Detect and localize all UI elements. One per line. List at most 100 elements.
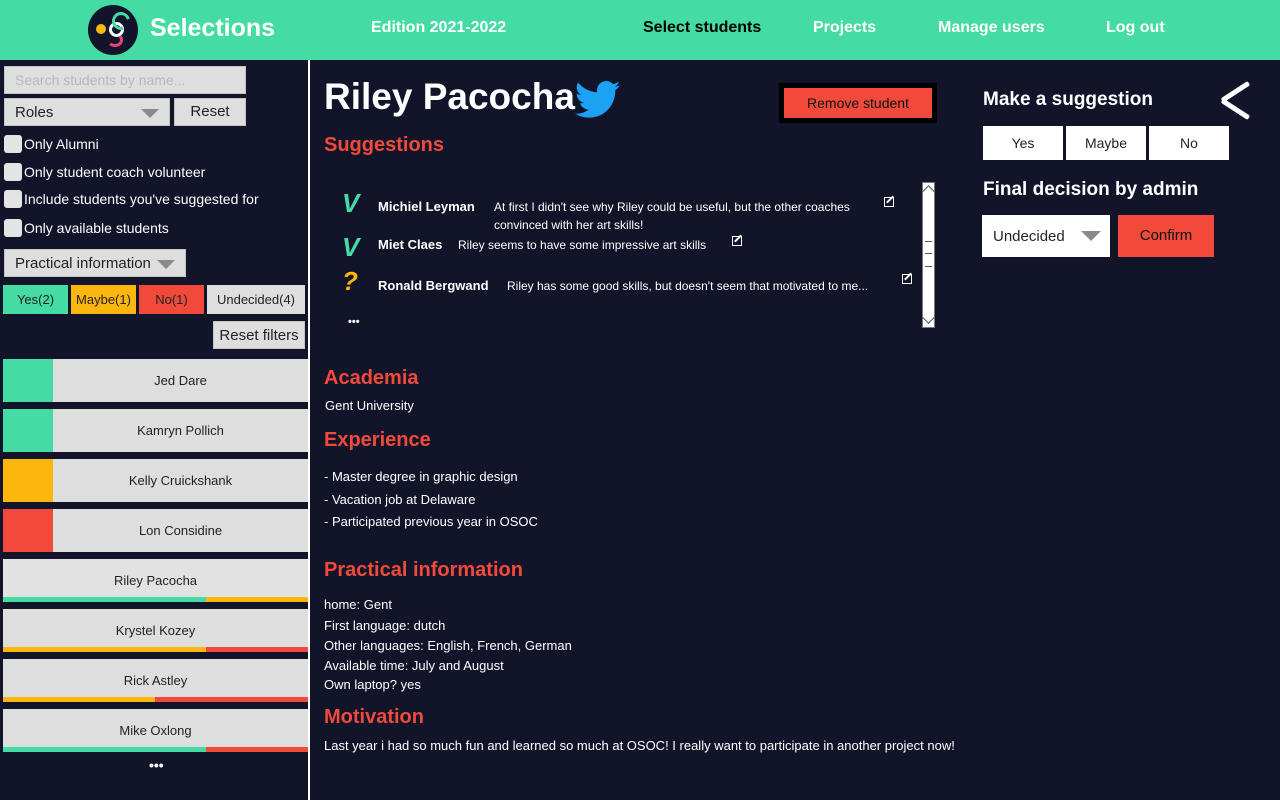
- filter-only-available[interactable]: Only available students: [4, 218, 169, 238]
- edit-icon[interactable]: [884, 197, 894, 207]
- student-list-item[interactable]: Kamryn Pollich: [3, 409, 308, 452]
- chevron-down-icon: [157, 260, 175, 269]
- experience-item: - Master degree in graphic design: [324, 469, 518, 484]
- academia-heading: Academia: [324, 367, 419, 389]
- status-filter-no[interactable]: No(1): [139, 285, 204, 314]
- roles-dropdown-label: Roles: [15, 104, 54, 121]
- status-filter-maybe[interactable]: Maybe(1): [71, 285, 136, 314]
- remove-student-button[interactable]: Remove student: [779, 83, 937, 123]
- nav-log-out[interactable]: Log out: [1106, 19, 1165, 37]
- checkbox[interactable]: [4, 190, 22, 208]
- nav-edition[interactable]: Edition 2021-2022: [371, 19, 506, 37]
- experience-item: - Participated previous year in OSOC: [324, 514, 538, 529]
- chevron-down-icon: [1081, 231, 1101, 241]
- suggest-yes-button[interactable]: Yes: [983, 126, 1063, 160]
- scroll-down-icon[interactable]: [922, 311, 935, 324]
- suggestions-list[interactable]: V Michiel Leyman At first I didn't see w…: [330, 178, 936, 328]
- checkbox[interactable]: [4, 135, 22, 153]
- suggestion-text: Riley seems to have some impressive art …: [458, 238, 707, 252]
- suggestion-bar-segment: [104, 647, 206, 652]
- edit-icon[interactable]: [902, 274, 912, 284]
- status-swatch: [3, 509, 53, 552]
- suggestion-bar-segment: [3, 697, 155, 702]
- student-list-item-selected[interactable]: Riley Pacocha: [3, 559, 308, 602]
- nav-projects[interactable]: Projects: [813, 19, 876, 37]
- scroll-up-icon[interactable]: [922, 185, 935, 198]
- nav-select-students[interactable]: Select students: [643, 19, 761, 37]
- student-list-item[interactable]: Kelly Cruickshank: [3, 459, 308, 502]
- scroll-thumb[interactable]: [925, 241, 932, 267]
- filter-label: Only available students: [24, 220, 169, 236]
- checkbox[interactable]: [4, 163, 22, 181]
- student-name: Jed Dare: [154, 373, 207, 388]
- status-swatch: [3, 459, 53, 502]
- practical-info-item: home: Gent: [324, 597, 392, 612]
- brand-title[interactable]: Selections: [150, 14, 275, 43]
- student-name: Rick Astley: [123, 673, 188, 688]
- suggestion-bar-segment: [3, 597, 104, 602]
- experience-heading: Experience: [324, 429, 431, 451]
- student-name: Riley Pacocha: [113, 573, 198, 588]
- filter-include-suggested[interactable]: Include students you've suggested for: [4, 189, 259, 209]
- remove-student-label: Remove student: [784, 88, 932, 118]
- roles-dropdown[interactable]: Roles: [4, 98, 170, 126]
- student-filter-sidebar: Roles Reset Only Alumni Only student coa…: [0, 60, 308, 800]
- reset-filters-button[interactable]: Reset filters: [213, 321, 305, 349]
- more-suggestions[interactable]: •••: [348, 316, 360, 328]
- student-list-item[interactable]: Rick Astley: [3, 659, 308, 702]
- student-list-item[interactable]: Krystel Kozey: [3, 609, 308, 652]
- suggestion-bar-segment: [155, 697, 308, 702]
- practical-info-item: First language: dutch: [324, 618, 446, 633]
- suggestions-heading: Suggestions: [324, 134, 445, 156]
- final-decision-heading: Final decision by admin: [983, 179, 1199, 200]
- status-filter-yes[interactable]: Yes(2): [3, 285, 68, 314]
- filter-label: Include students you've suggested for: [24, 191, 259, 207]
- suggestion-bar-segment: [206, 647, 308, 652]
- student-name: Lon Considine: [138, 523, 223, 538]
- practical-info-heading: Practical information: [324, 559, 523, 581]
- student-list-item[interactable]: Mike Oxlong: [3, 709, 308, 752]
- twitter-icon[interactable]: [575, 80, 621, 120]
- suggestion-bar-segment: [3, 747, 104, 752]
- status-filter-undecided[interactable]: Undecided(4): [207, 285, 305, 314]
- student-list-item[interactable]: Jed Dare: [3, 359, 308, 402]
- suggestion-text-body: At first I didn't see why Riley could be…: [494, 200, 850, 232]
- filter-only-alumni[interactable]: Only Alumni: [4, 134, 99, 154]
- confirm-button[interactable]: Confirm: [1118, 215, 1214, 257]
- osoc-logo[interactable]: [88, 5, 138, 55]
- filter-only-coach-volunteer[interactable]: Only student coach volunteer: [4, 162, 205, 182]
- practical-info-item: Available time: July and August: [324, 658, 504, 673]
- nav-manage-users[interactable]: Manage users: [938, 19, 1045, 37]
- filter-label: Only student coach volunteer: [24, 164, 206, 180]
- reset-button[interactable]: Reset: [174, 98, 246, 126]
- student-name: Kamryn Pollich: [137, 423, 224, 438]
- final-decision-dropdown[interactable]: Undecided: [982, 215, 1110, 257]
- motivation-text: Last year i had so much fun and learned …: [324, 738, 955, 753]
- collapse-arrow-icon[interactable]: [1222, 90, 1252, 110]
- suggestion-text: At first I didn't see why Riley could be…: [494, 198, 899, 234]
- academia-value: Gent University: [325, 398, 414, 413]
- suggest-maybe-button[interactable]: Maybe: [1066, 126, 1146, 160]
- suggestion-bar-segment: [104, 597, 206, 602]
- suggestion-bar-segment: [206, 747, 308, 752]
- experience-item: - Vacation job at Delaware: [324, 492, 476, 507]
- student-name: Kelly Cruickshank: [128, 473, 233, 488]
- load-more-students[interactable]: •••: [149, 757, 164, 773]
- status-swatch: [3, 409, 53, 452]
- suggestion-coach: Miet Claes: [378, 237, 443, 252]
- yes-check-icon: V: [342, 232, 360, 262]
- status-swatch: [3, 359, 53, 402]
- checkbox[interactable]: [4, 219, 22, 237]
- student-list-item[interactable]: Lon Considine: [3, 509, 308, 552]
- search-input[interactable]: [4, 66, 246, 94]
- suggestion-bar-segment: [104, 747, 206, 752]
- suggestions-scrollbar[interactable]: [922, 182, 935, 328]
- practical-info-dropdown[interactable]: Practical information: [4, 249, 186, 277]
- edit-icon[interactable]: [732, 236, 742, 246]
- suggest-no-button[interactable]: No: [1149, 126, 1229, 160]
- top-navbar: Selections Edition 2021-2022 Select stud…: [0, 0, 1280, 60]
- suggestion-bar-segment: [3, 647, 104, 652]
- suggestion-text: Riley has some good skills, but doesn't …: [507, 279, 869, 293]
- student-name: Mike Oxlong: [119, 723, 192, 738]
- final-decision-value: Undecided: [993, 228, 1065, 245]
